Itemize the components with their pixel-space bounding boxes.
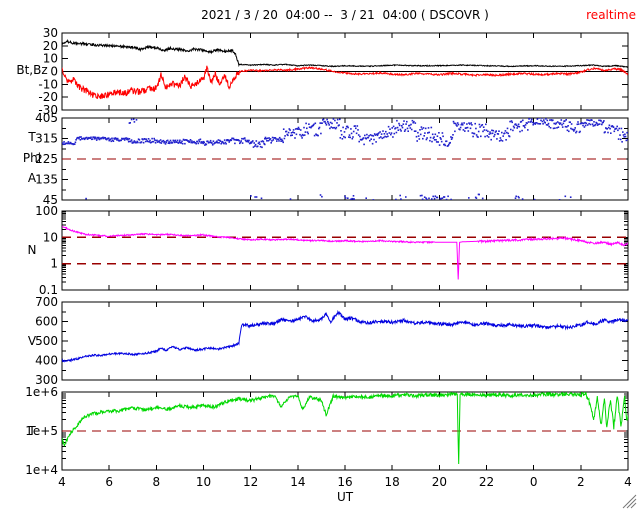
xtick-label: 18 [385,475,400,489]
xtick-label: 0 [530,475,538,489]
xtick-label: 8 [153,475,161,489]
panel-v: 700600500400300 [35,295,629,387]
xtick-label: 20 [432,475,447,489]
ytick-label: 135 [35,173,58,187]
ytick-label: 1e+6 [25,385,58,399]
xtick-label: 12 [243,475,258,489]
xtick-label: 4 [58,475,66,489]
series-Bt [62,38,628,68]
panel-n: 1001010.1 [35,204,629,297]
series-V [62,309,628,363]
ytick-label: 400 [35,354,58,368]
dscovr-solarwind-screen: 2021 / 3 / 20 04:00 -- 3 / 21 04:00 ( DS… [0,0,640,512]
xtick-label: 2 [577,475,585,489]
ytick-label: 100 [35,204,58,218]
chart-canvas: 3020100-10-20-30405315225135451001010.17… [25,26,632,489]
ytick-label: 1e+5 [25,424,58,438]
ytick-label: 500 [35,334,58,348]
x-axis-label: UT [336,490,354,504]
ytick-label: 1 [50,257,58,271]
ytick-label: 225 [35,152,58,166]
ytick-label: 600 [35,315,58,329]
xtick-label: 22 [479,475,494,489]
panel-frame [61,301,629,381]
ytick-label: 405 [35,111,58,125]
series-T [62,392,628,465]
xtick-label: 4 [624,475,632,489]
ytick-label: 1e+4 [25,463,58,477]
xtick-label: 10 [196,475,211,489]
ytick-label: 700 [35,295,58,309]
xtick-label: 6 [105,475,113,489]
ytick-label: 10 [43,230,58,244]
xtick-label: 16 [337,475,352,489]
panel-bt_bz: 3020100-10-20-30 [38,26,629,117]
series-N [62,225,628,280]
panel-t: 1e+6 1e+5 1e+4 [25,385,629,477]
xtick-label: 14 [290,475,305,489]
corner-hatch-icon [622,494,637,509]
panel-phi: 40531522513545 [35,111,629,207]
series-Bz [62,65,628,100]
ytick-label: 315 [35,132,58,146]
panel-frame [61,210,629,291]
